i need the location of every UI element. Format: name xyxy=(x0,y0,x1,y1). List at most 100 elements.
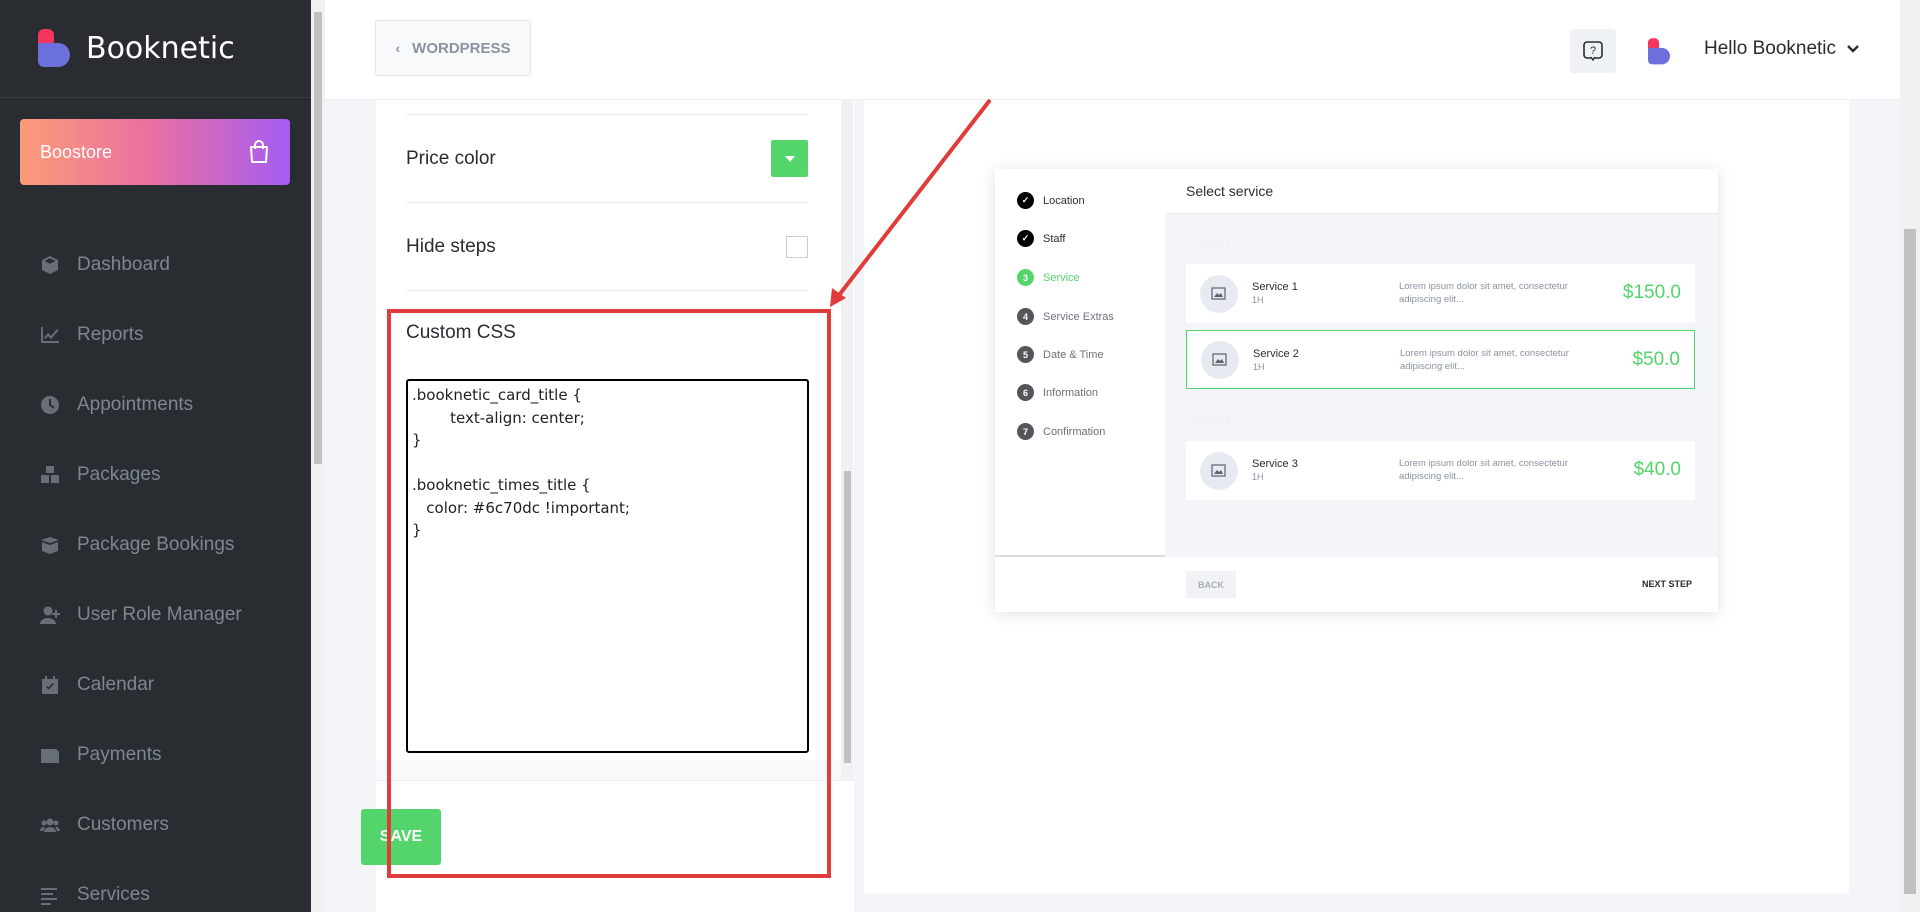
step-information: 6 Information xyxy=(1017,384,1098,401)
booking-widget-preview: ✓ Location ✓ Staff 3 Service 4 Service E… xyxy=(995,169,1718,612)
service-price: $40.0 xyxy=(1633,459,1681,480)
brand-name: Booknetic xyxy=(86,31,235,66)
sidebar-item-label: Package Bookings xyxy=(77,534,235,555)
scrollbar-thumb[interactable] xyxy=(844,471,851,763)
back-to-wordpress-button[interactable]: ‹ WORDPRESS xyxy=(375,20,531,76)
service-card[interactable]: Service 3 1H Lorem ipsum dolor sit amet,… xyxy=(1186,441,1695,500)
service-price: $50.0 xyxy=(1632,349,1680,370)
sidebar-item-calendar[interactable]: Calendar xyxy=(0,650,311,720)
check-icon: ✓ xyxy=(1017,192,1034,209)
step-service: 3 Service xyxy=(1017,269,1080,286)
step-location: ✓ Location xyxy=(1017,192,1085,209)
sidebar-item-payments[interactable]: Payments xyxy=(0,720,311,790)
sidebar-menu: Dashboard Reports Appointments Packages … xyxy=(0,230,311,912)
calendar-check-icon xyxy=(42,676,58,694)
step-service-extras: 4 Service Extras xyxy=(1017,308,1114,325)
step-label: Confirmation xyxy=(1043,425,1106,438)
image-placeholder-icon xyxy=(1200,451,1238,490)
settings-panel: Price color Hide steps Custom CSS .bookn… xyxy=(376,100,854,912)
top-header: ‹ WORDPRESS ? Hello Booknetic xyxy=(325,0,1900,100)
step-number: 5 xyxy=(1017,346,1034,363)
image-placeholder-icon xyxy=(1201,340,1239,379)
sidebar-item-label: Payments xyxy=(77,744,162,765)
booknetic-logo-icon xyxy=(38,28,70,67)
hide-steps-label: Hide steps xyxy=(406,235,496,257)
sidebar-item-reports[interactable]: Reports xyxy=(0,300,311,370)
service-card-selected[interactable]: Service 2 1H Lorem ipsum dolor sit amet,… xyxy=(1186,330,1695,389)
boostore-button[interactable]: Boostore xyxy=(20,119,290,185)
step-label: Service xyxy=(1043,271,1080,284)
service-name: Service 1 xyxy=(1252,281,1298,293)
step-number: 7 xyxy=(1017,423,1034,440)
steps-footer xyxy=(995,557,1165,612)
hide-steps-row: Hide steps xyxy=(406,202,808,290)
boxes-icon xyxy=(41,466,59,483)
sidebar-item-dashboard[interactable]: Dashboard xyxy=(0,230,311,300)
sidebar-item-services[interactable]: Services xyxy=(0,860,311,912)
service-card[interactable]: Service 1 1H Lorem ipsum dolor sit amet,… xyxy=(1186,264,1695,323)
step-label: Service Extras xyxy=(1043,310,1114,323)
service-description: Lorem ipsum dolor sit amet, consectetur … xyxy=(1399,281,1568,305)
sidebar-item-packages[interactable]: Packages xyxy=(0,440,311,510)
page-scrollbar[interactable] xyxy=(1900,0,1920,912)
user-greeting: Hello Booknetic xyxy=(1704,38,1837,59)
service-name: Service 2 xyxy=(1253,348,1299,360)
steps-list: ✓ Location ✓ Staff 3 Service 4 Service E… xyxy=(995,169,1165,557)
users-icon xyxy=(40,818,60,832)
service-description: Lorem ipsum dolor sit amet, consectetur … xyxy=(1400,348,1569,372)
scrollbar-thumb[interactable] xyxy=(314,12,322,464)
category-label: Category 1 xyxy=(1186,236,1240,248)
chevron-down-icon xyxy=(1847,45,1859,53)
panel-separator xyxy=(376,760,854,780)
shopping-bag-icon xyxy=(250,140,268,163)
brand[interactable]: Booknetic xyxy=(0,0,311,98)
sidebar-scrollbar[interactable] xyxy=(311,0,325,912)
price-color-picker[interactable] xyxy=(771,140,808,177)
svg-text:?: ? xyxy=(1590,45,1596,57)
save-button[interactable]: SAVE xyxy=(361,809,441,865)
scrollbar-thumb[interactable] xyxy=(1904,229,1916,894)
user-avatar-icon xyxy=(1648,38,1670,65)
divider xyxy=(406,290,808,291)
step-label: Staff xyxy=(1043,232,1066,245)
step-date-time: 5 Date & Time xyxy=(1017,346,1104,363)
back-button[interactable]: BACK xyxy=(1186,571,1236,598)
service-duration: 1H xyxy=(1252,295,1264,305)
help-button[interactable]: ? xyxy=(1570,29,1616,73)
image-placeholder-icon xyxy=(1200,274,1238,313)
custom-css-textarea[interactable]: .booknetic_card_title { text-align: cent… xyxy=(406,379,809,753)
step-label: Date & Time xyxy=(1043,348,1104,361)
sidebar-item-label: Reports xyxy=(77,324,144,345)
sidebar-item-appointments[interactable]: Appointments xyxy=(0,370,311,440)
step-number: 4 xyxy=(1017,308,1034,325)
sidebar-item-customers[interactable]: Customers xyxy=(0,790,311,860)
hide-steps-checkbox[interactable] xyxy=(786,235,808,258)
step-label: Location xyxy=(1043,194,1085,207)
sidebar-item-package-bookings[interactable]: Package Bookings xyxy=(0,510,311,580)
sidebar: Booknetic Boostore Dashboard Reports App… xyxy=(0,0,311,912)
price-color-label: Price color xyxy=(406,147,496,169)
panel-footer xyxy=(376,780,854,912)
step-label: Information xyxy=(1043,386,1099,399)
step-number: 6 xyxy=(1017,384,1034,401)
select-service-title: Select service xyxy=(1165,169,1718,214)
user-menu[interactable]: Hello Booknetic xyxy=(1704,38,1860,60)
service-duration: 1H xyxy=(1252,472,1264,482)
service-panel: Select service Category 1 Service 1 1H L… xyxy=(1165,169,1718,557)
sidebar-item-label: User Role Manager xyxy=(77,604,242,625)
cube-icon xyxy=(42,256,58,274)
sidebar-item-label: Appointments xyxy=(77,394,194,415)
chevron-left-icon: ‹ xyxy=(395,40,401,56)
sidebar-item-user-role-manager[interactable]: User Role Manager xyxy=(0,580,311,650)
boostore-label: Boostore xyxy=(40,141,113,162)
custom-css-label: Custom CSS xyxy=(406,322,516,343)
wordpress-label: WORDPRESS xyxy=(412,39,511,57)
step-staff: ✓ Staff xyxy=(1017,230,1065,247)
panel-scrollbar[interactable] xyxy=(841,100,853,780)
list-icon xyxy=(41,888,57,905)
check-icon: ✓ xyxy=(1017,230,1034,247)
sidebar-item-label: Customers xyxy=(77,814,169,835)
next-step-button[interactable]: NEXT STEP xyxy=(1642,579,1692,589)
sidebar-item-label: Packages xyxy=(77,464,161,485)
wallet-icon xyxy=(41,749,59,763)
